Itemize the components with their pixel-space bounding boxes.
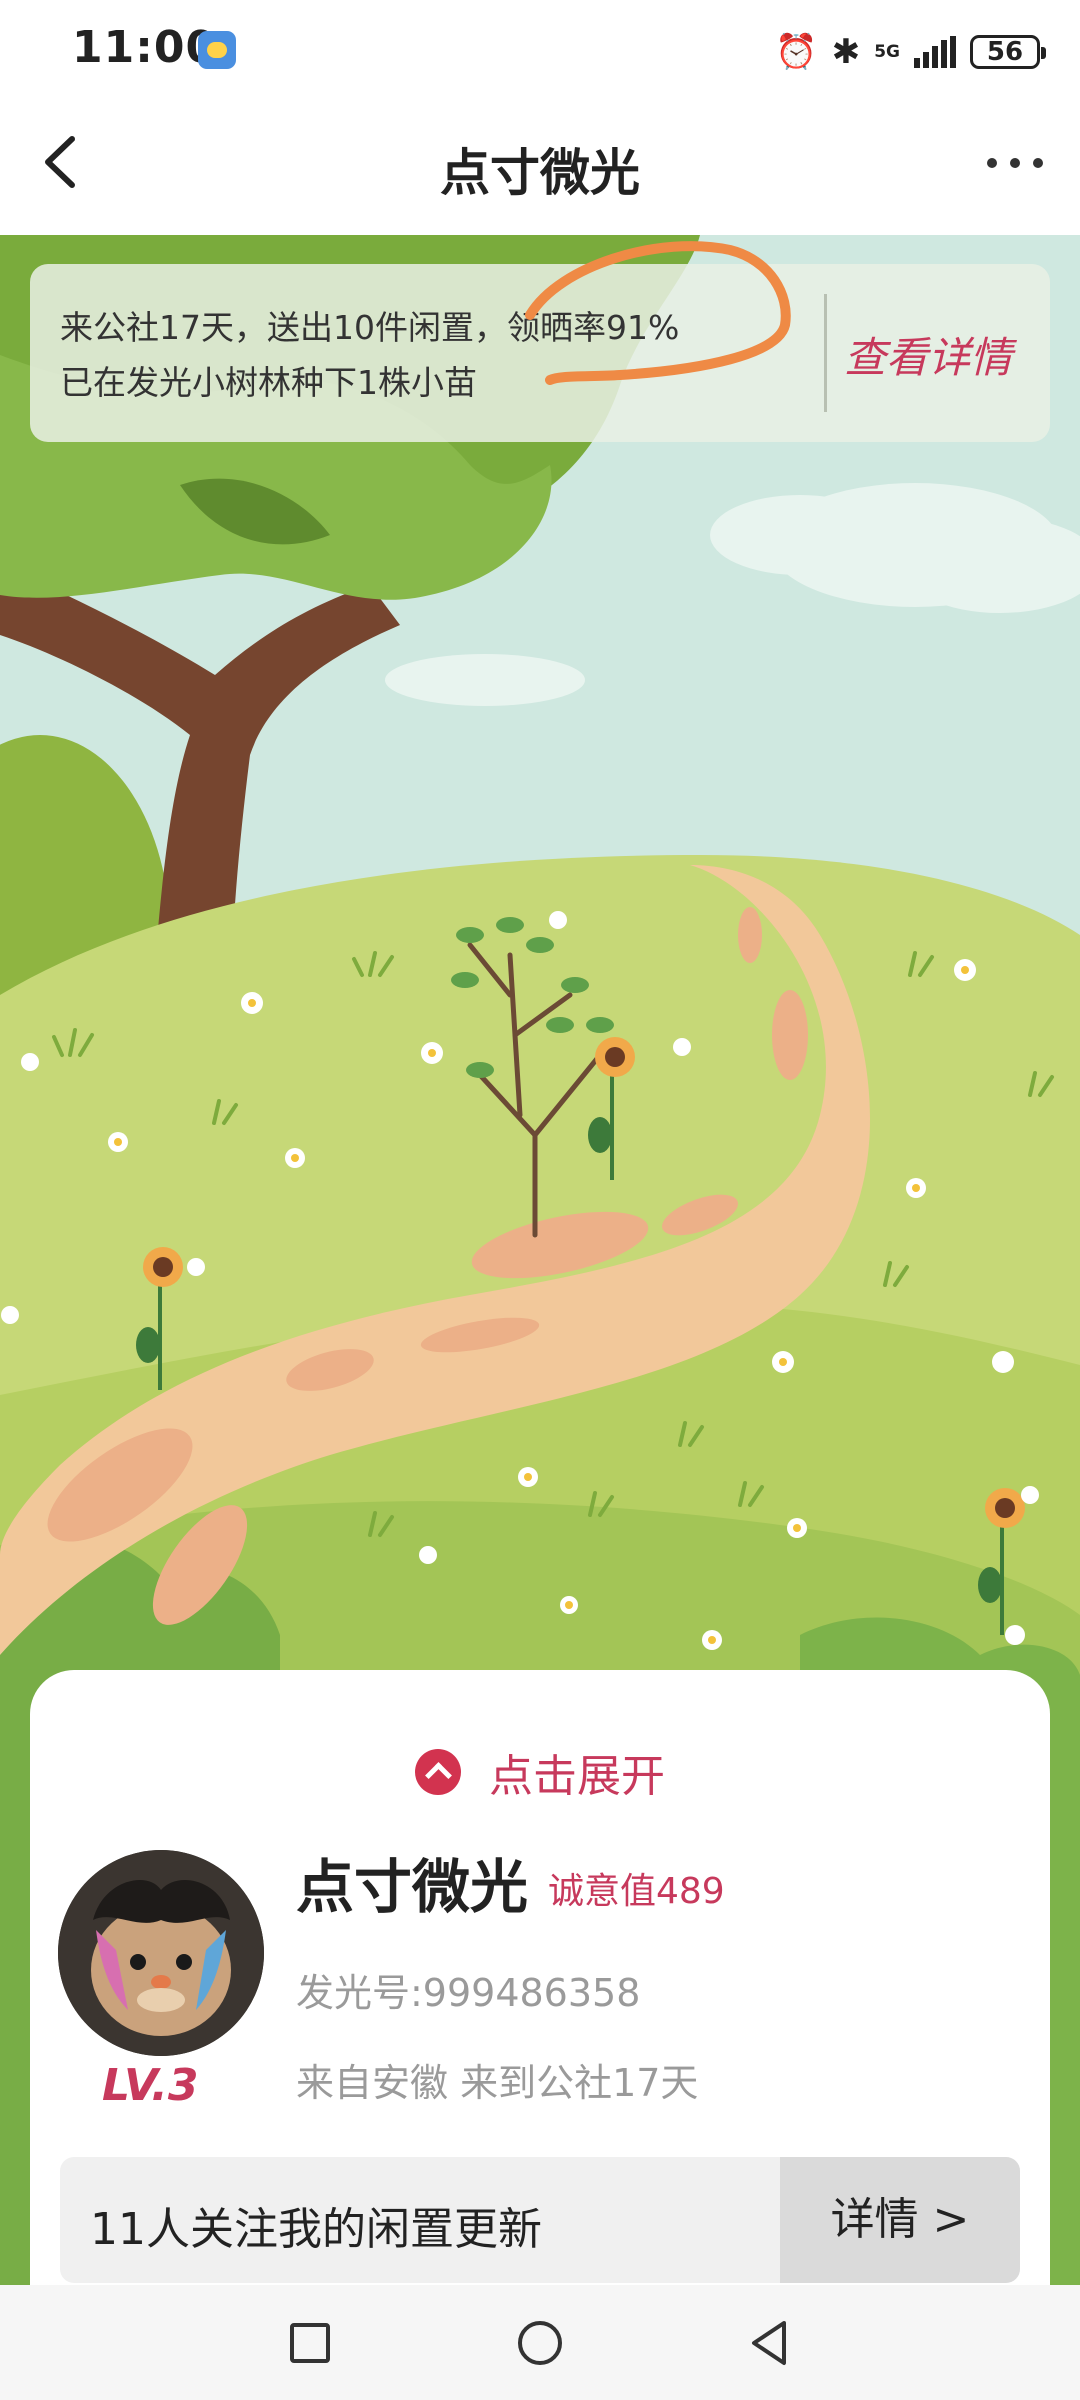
network-type: 5G xyxy=(874,41,900,62)
system-nav-bar xyxy=(0,2285,1080,2400)
banner-divider xyxy=(824,294,827,412)
user-name: 点寸微光 xyxy=(296,1853,529,1921)
user-id: 发光号:999486358 xyxy=(296,1971,641,2015)
battery-icon: 56 xyxy=(970,35,1046,69)
status-bar: 11:00 ⏰ ✱ 5G 56 xyxy=(0,0,1080,105)
followers-text: 11人关注我的闲置更新 xyxy=(90,2204,542,2255)
view-details-link[interactable]: 查看详情 xyxy=(844,324,1012,385)
alarm-icon: ⏰ xyxy=(775,32,818,72)
expand-toggle[interactable]: 点击展开 xyxy=(30,1740,1050,1804)
sincerity-score: 诚意值489 xyxy=(548,1871,725,1912)
nav-bar: 点寸微光 xyxy=(0,105,1080,235)
profile-card: 点击展开 LV.3 点寸微光 诚意值489 发光号:999486358 来自安徽… xyxy=(30,1670,1050,2285)
recent-apps-icon[interactable] xyxy=(280,2313,340,2373)
weather-icon xyxy=(198,31,236,69)
followers-bar: 11人关注我的闲置更新 详情 > xyxy=(60,2157,1020,2283)
home-icon[interactable] xyxy=(510,2313,570,2373)
chevron-up-icon xyxy=(415,1749,461,1795)
expand-label: 点击展开 xyxy=(489,1751,665,1802)
avatar[interactable] xyxy=(58,1850,264,2056)
status-time: 11:00 xyxy=(72,22,218,73)
back-icon[interactable] xyxy=(740,2313,800,2373)
status-icons: ⏰ ✱ 5G 56 xyxy=(775,24,1046,80)
forest-scene: 来公社17天，送出10件闲置，领晒率91% 已在发光小树林种下1株小苗 查看详情… xyxy=(0,235,1080,2285)
page-title: 点寸微光 xyxy=(440,144,640,202)
signal-icon xyxy=(914,36,956,68)
banner-sapling-text: 已在发光小树林种下1株小苗 xyxy=(60,363,477,402)
achievement-banner: 来公社17天，送出10件闲置，领晒率91% 已在发光小树林种下1株小苗 查看详情 xyxy=(30,264,1050,442)
user-level: LV.3 xyxy=(102,2060,199,2111)
bluetooth-icon: ✱ xyxy=(831,32,861,72)
followers-details-button[interactable]: 详情 > xyxy=(780,2157,1020,2283)
more-options-icon[interactable] xyxy=(980,133,1050,193)
user-origin: 来自安徽 来到公社17天 xyxy=(296,2061,699,2105)
banner-stats-text: 来公社17天，送出10件闲置，领晒率91% xyxy=(60,308,680,347)
